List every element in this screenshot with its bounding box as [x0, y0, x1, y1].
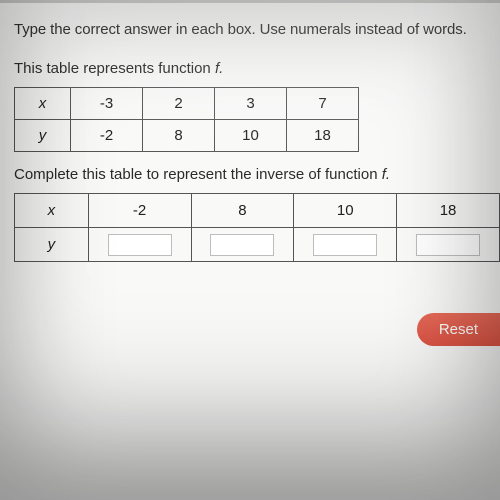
- t2-x-label: x: [15, 194, 89, 228]
- t2-y-1-cell: [191, 228, 294, 262]
- answer-input-0[interactable]: [108, 234, 172, 256]
- t1-y-label: y: [15, 120, 71, 152]
- function-table: x -3 2 3 7 y -2 8 10 18: [14, 87, 359, 152]
- instruction-text: Type the correct answer in each box. Use…: [14, 21, 500, 38]
- t2-x-2: 10: [294, 194, 397, 228]
- answer-input-3[interactable]: [416, 234, 480, 256]
- t1-y-0: -2: [71, 120, 143, 152]
- table1-caption: This table represents function f.: [14, 60, 500, 77]
- t1-x-0: -3: [71, 88, 143, 120]
- reset-button[interactable]: Reset: [417, 313, 500, 346]
- t1-x-label: x: [15, 88, 71, 120]
- table2-caption: Complete this table to represent the inv…: [14, 166, 500, 183]
- answer-input-2[interactable]: [313, 234, 377, 256]
- t2-y-0-cell: [88, 228, 191, 262]
- t2-y-2-cell: [294, 228, 397, 262]
- caption2-prefix: Complete this table to represent the inv…: [14, 166, 382, 183]
- function-name: f.: [215, 60, 223, 77]
- t2-x-3: 18: [397, 194, 500, 228]
- t1-y-2: 10: [215, 120, 287, 152]
- answer-input-1[interactable]: [210, 234, 274, 256]
- t2-y-label: y: [15, 228, 89, 262]
- t1-y-1: 8: [143, 120, 215, 152]
- caption-prefix: This table represents function: [14, 60, 215, 77]
- function-name-2: f.: [382, 166, 390, 183]
- t2-x-1: 8: [191, 194, 294, 228]
- t1-x-1: 2: [143, 88, 215, 120]
- t2-y-3-cell: [397, 228, 500, 262]
- t2-x-0: -2: [88, 194, 191, 228]
- t1-x-3: 7: [287, 88, 359, 120]
- t1-y-3: 18: [287, 120, 359, 152]
- inverse-table: x -2 8 10 18 y: [14, 193, 500, 262]
- t1-x-2: 3: [215, 88, 287, 120]
